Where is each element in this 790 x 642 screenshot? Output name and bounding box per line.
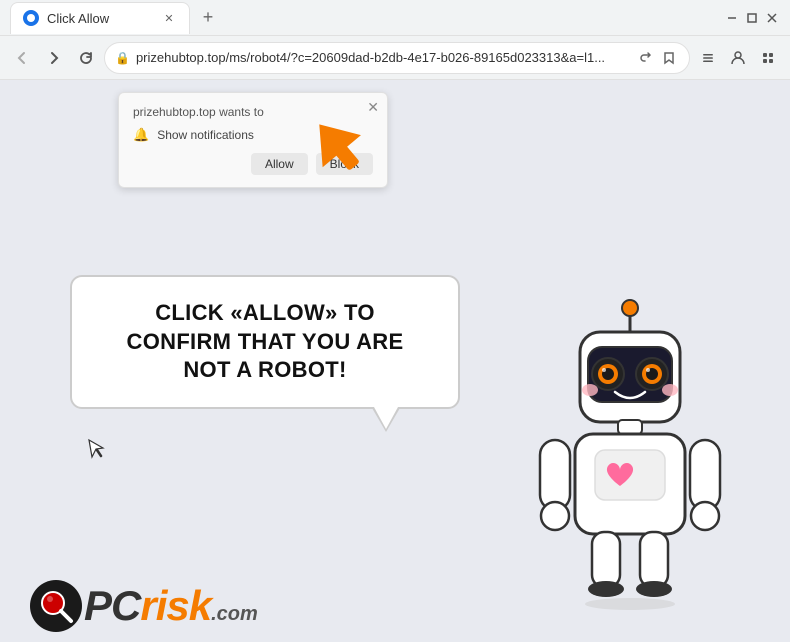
window-controls: [724, 10, 780, 26]
orange-arrow: [300, 110, 390, 205]
close-window-button[interactable]: [764, 10, 780, 26]
extensions-icon[interactable]: [754, 44, 782, 72]
pcrisk-pc-text: PC: [84, 582, 140, 630]
titlebar: Click Allow ✕ +: [0, 0, 790, 36]
pcrisk-risk-text: risk: [140, 582, 211, 630]
share-icon[interactable]: [635, 48, 655, 68]
address-bar[interactable]: 🔒 prizehubtop.top/ms/robot4/?c=20609dad-…: [104, 42, 690, 74]
bubble-text: CLICK «ALLOW» TO CONFIRM THAT YOU ARE NO…: [100, 299, 430, 385]
minimize-button[interactable]: [724, 10, 740, 26]
reload-button[interactable]: [72, 44, 100, 72]
back-button[interactable]: [8, 44, 36, 72]
browser-content: ✕ prizehubtop.top wants to 🔔 Show notifi…: [0, 80, 790, 642]
mouse-cursor: [87, 438, 105, 465]
tab-title: Click Allow: [47, 11, 153, 26]
bell-icon: 🔔: [133, 127, 149, 143]
address-text: prizehubtop.top/ms/robot4/?c=20609dad-b2…: [136, 50, 629, 65]
pcrisk-icon: [30, 580, 82, 632]
address-icons: [635, 48, 679, 68]
robot-illustration: [520, 292, 740, 612]
profile-icon[interactable]: [724, 44, 752, 72]
speech-bubble: CLICK «ALLOW» TO CONFIRM THAT YOU ARE NO…: [70, 275, 460, 409]
pcrisk-text-area: PC risk .com: [84, 582, 258, 630]
tab-favicon: [23, 10, 39, 26]
tab-close-button[interactable]: ✕: [161, 10, 177, 26]
maximize-button[interactable]: [744, 10, 760, 26]
forward-button[interactable]: [40, 44, 68, 72]
nav-right-buttons: [694, 44, 782, 72]
navbar: 🔒 prizehubtop.top/ms/robot4/?c=20609dad-…: [0, 36, 790, 80]
pcrisk-logo: PC risk .com: [30, 580, 258, 632]
bookmark-icon[interactable]: [659, 48, 679, 68]
notif-show-text: Show notifications: [157, 128, 254, 142]
browser-tab[interactable]: Click Allow ✕: [10, 2, 190, 34]
new-tab-button[interactable]: +: [194, 4, 222, 32]
pcrisk-dotcom-text: .com: [211, 603, 258, 626]
lock-icon: 🔒: [115, 51, 130, 65]
browser-menu-icon[interactable]: [694, 44, 722, 72]
